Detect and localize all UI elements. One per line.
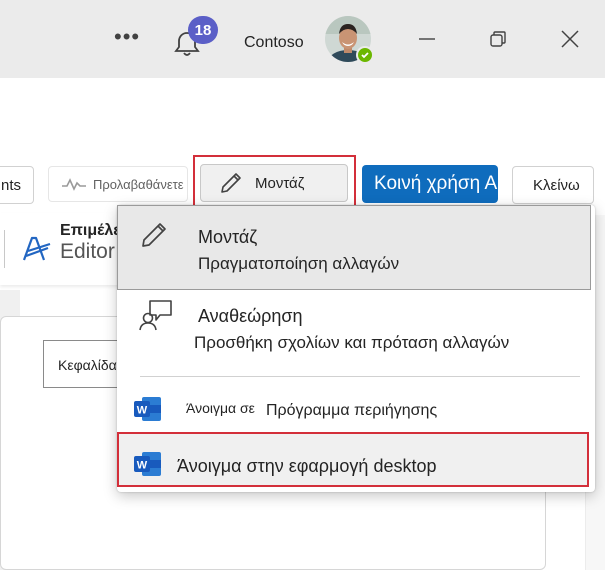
presence-available-icon	[356, 46, 374, 64]
notification-badge[interactable]: 18	[188, 16, 218, 44]
activity-icon	[62, 178, 86, 191]
menu-divider	[140, 376, 580, 377]
menu-item-open-browser-prefix: Άνοιγμα σε	[186, 400, 255, 416]
review-comment-icon	[139, 300, 172, 331]
editor-icon[interactable]	[20, 232, 52, 264]
catch-up-label: Προλαβαθάνετε	[93, 176, 184, 192]
more-options-button[interactable]: •••	[114, 24, 140, 50]
close-button[interactable]: Κλείνω	[512, 166, 594, 204]
edit-highlight-outline	[193, 155, 356, 210]
ribbon-divider	[4, 230, 5, 268]
pencil-icon	[142, 223, 166, 247]
share-button[interactable]: Κοινή χρήση Α	[362, 165, 498, 203]
org-name: Contoso	[244, 34, 304, 51]
share-label: Κοινή χρήση Α	[374, 173, 498, 194]
menu-item-open-browser-suffix: Πρόγραμμα περιήγησης	[266, 402, 438, 419]
catch-up-button[interactable]: Προλαβαθάνετε	[48, 166, 188, 202]
editor-button-label[interactable]: Editor	[60, 240, 115, 264]
menu-item-review[interactable]	[117, 292, 591, 370]
comments-button[interactable]: nts	[0, 166, 34, 204]
menu-item-edit-title: Μοντάζ	[198, 227, 258, 247]
title-bar: ••• 18 Contoso	[0, 0, 605, 78]
restore-icon[interactable]	[487, 28, 509, 50]
document-header-region[interactable]: Κεφαλίδα	[43, 340, 123, 388]
word-icon: W	[134, 397, 161, 421]
close-window-icon[interactable]	[559, 28, 581, 50]
menu-item-review-subtitle: Προσθήκη σχολίων και πρόταση αλλαγών	[194, 333, 510, 352]
minimize-icon[interactable]	[416, 28, 438, 50]
menu-item-review-title: Αναθεώρηση	[198, 306, 303, 326]
menu-item-edit[interactable]	[117, 205, 591, 290]
desktop-highlight-outline	[117, 432, 589, 487]
menu-item-edit-subtitle: Πραγματοποίηση αλλαγών	[198, 254, 400, 273]
close-label: Κλείνω	[533, 176, 580, 194]
svg-text:W: W	[137, 405, 148, 417]
comments-button-label: nts	[1, 176, 22, 194]
